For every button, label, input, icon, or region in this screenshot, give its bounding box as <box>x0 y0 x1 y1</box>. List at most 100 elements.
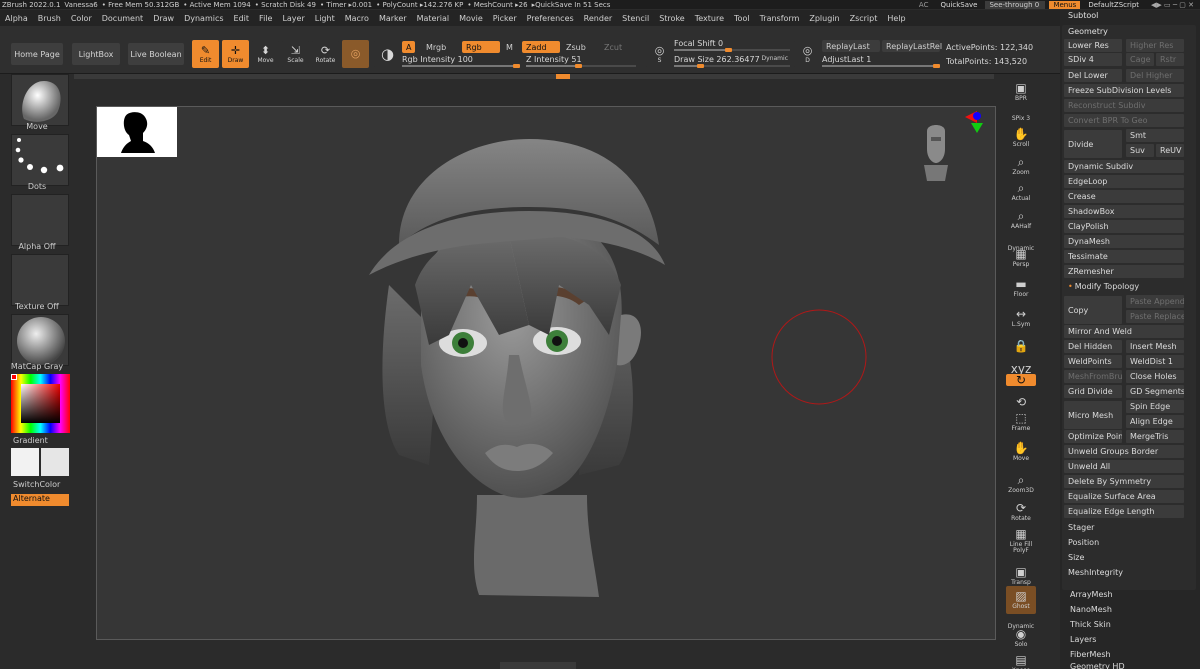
menu-movie[interactable]: Movie <box>454 14 488 23</box>
stroke-thumbnail[interactable] <box>11 134 69 186</box>
bottom-shelf-handle[interactable] <box>500 662 576 669</box>
stager-section[interactable]: Stager <box>1064 521 1184 534</box>
alternate-toggle[interactable]: Alternate <box>11 494 69 506</box>
del-lower-button[interactable]: Del Lower <box>1064 69 1122 82</box>
rgb-intensity-slider[interactable]: Rgb Intensity 100 <box>402 55 520 68</box>
home-page-button[interactable]: Home Page <box>11 43 63 65</box>
shelf-polyf[interactable]: PolyF <box>1006 536 1036 564</box>
copy-button[interactable]: Copy <box>1064 296 1122 324</box>
close-holes-button[interactable]: Close Holes <box>1126 370 1184 383</box>
crease-section[interactable]: Crease <box>1064 190 1184 203</box>
meshintegrity-section[interactable]: MeshIntegrity <box>1064 566 1184 579</box>
menu-dynamics[interactable]: Dynamics <box>179 14 228 23</box>
shelf-scroll[interactable]: ✋ Scroll <box>1006 124 1036 152</box>
edit-mode-button[interactable]: ✎ Edit <box>192 40 219 68</box>
gd-segments-slider[interactable]: GD Segments 3 <box>1126 385 1184 398</box>
zadd-toggle[interactable]: Zadd <box>522 41 560 53</box>
paste-append-button[interactable]: Paste Append <box>1126 295 1184 308</box>
switchcolor-button[interactable]: SwitchColor <box>13 480 87 489</box>
secondary-color-swatch[interactable] <box>41 448 69 476</box>
shelf-btn-10[interactable]: 🔒 <box>1006 332 1036 360</box>
menu-marker[interactable]: Marker <box>374 14 412 23</box>
replaylastrel-button[interactable]: ReplayLastRel <box>882 40 942 52</box>
micro-mesh-button[interactable]: Micro Mesh <box>1064 401 1122 429</box>
spin-edge-button[interactable]: Spin Edge <box>1126 400 1184 413</box>
thickskin-section[interactable]: Thick Skin <box>1066 618 1186 631</box>
material-thumbnail-left[interactable] <box>11 314 69 366</box>
dynamic-label[interactable]: Dynamic <box>762 55 788 62</box>
insert-mesh-button[interactable]: Insert Mesh <box>1126 340 1184 353</box>
color-picker[interactable] <box>11 374 70 433</box>
rotate-mode-button[interactable]: ⟳ Rotate <box>312 40 339 68</box>
sdiv-slider[interactable]: SDiv 4 <box>1064 53 1122 66</box>
focal-shift-slider[interactable]: Focal Shift 0 <box>674 39 790 52</box>
top-shelf-scroll-handle[interactable] <box>556 74 570 79</box>
shelf-btn-12[interactable]: ↻ <box>1006 373 1036 386</box>
position-section[interactable]: Position <box>1064 536 1184 549</box>
menu-light[interactable]: Light <box>310 14 340 23</box>
shelf-bpr[interactable]: ▣ BPR <box>1006 78 1036 106</box>
arraymesh-section[interactable]: ArrayMesh <box>1066 588 1186 601</box>
edgeloop-section[interactable]: EdgeLoop <box>1064 175 1184 188</box>
window-controls-icon[interactable]: ◀▶ ▭ ─ ▢ ✕ <box>1147 1 1198 9</box>
nanomesh-section[interactable]: NanoMesh <box>1066 603 1186 616</box>
lower-res-button[interactable]: Lower Res <box>1064 39 1122 52</box>
ac-button[interactable]: AC <box>913 1 935 9</box>
shelf-rotate[interactable]: ⟳ Rotate <box>1006 498 1036 526</box>
see-through-slider[interactable]: See-through 0 <box>985 0 1046 9</box>
texture-thumbnail[interactable] <box>11 254 69 306</box>
unweld-all-button[interactable]: Unweld All <box>1064 460 1184 473</box>
z-intensity-slider[interactable]: Z Intensity 51 <box>526 55 636 68</box>
color-sphere-button[interactable]: ◑ <box>374 40 401 68</box>
mergetris-button[interactable]: MergeTris <box>1126 430 1184 443</box>
align-edge-button[interactable]: Align Edge <box>1126 415 1184 428</box>
menu-edit[interactable]: Edit <box>229 14 255 23</box>
a-toggle[interactable]: A <box>402 41 416 53</box>
shelf-aahalf[interactable]: ⌕ AAHalf <box>1006 206 1036 234</box>
menu-transform[interactable]: Transform <box>755 14 805 23</box>
grid-divide-button[interactable]: Grid Divide <box>1064 385 1122 398</box>
menu-render[interactable]: Render <box>579 14 617 23</box>
smt-toggle[interactable]: Smt <box>1126 129 1184 142</box>
suv-toggle[interactable]: Suv <box>1126 144 1154 157</box>
focal-shift-knob[interactable] <box>725 48 732 52</box>
freeze-subdiv-button[interactable]: Freeze SubDivision Levels <box>1064 84 1184 97</box>
welddist-slider[interactable]: WeldDist 1 <box>1126 355 1184 368</box>
del-higher-button[interactable]: Del Higher <box>1126 69 1184 82</box>
main-color-swatch[interactable] <box>11 448 39 476</box>
canvas-viewport[interactable] <box>96 106 996 640</box>
claypolish-section[interactable]: ClayPolish <box>1064 220 1184 233</box>
adjustlast-knob[interactable] <box>933 64 940 68</box>
menu-picker[interactable]: Picker <box>488 14 522 23</box>
shelf-persp[interactable]: ▦ Persp <box>1006 244 1036 272</box>
alpha-thumbnail[interactable] <box>11 194 69 246</box>
shelf-actual[interactable]: ⌕ Actual <box>1006 178 1036 206</box>
menu-preferences[interactable]: Preferences <box>522 14 579 23</box>
geometry-header[interactable]: Geometry <box>1068 27 1108 36</box>
draw-size-slider[interactable]: Draw Size 262.36477 Dynamic <box>674 55 790 68</box>
menu-brush[interactable]: Brush <box>33 14 66 23</box>
menu-file[interactable]: File <box>254 14 277 23</box>
lightbox-button[interactable]: LightBox <box>72 43 120 65</box>
shelf-frame[interactable]: ⬚ Frame <box>1006 408 1036 436</box>
rgb-intensity-knob[interactable] <box>513 64 520 68</box>
unweld-groups-button[interactable]: Unweld Groups Border <box>1064 445 1184 458</box>
menus-toggle[interactable]: Menus <box>1049 0 1081 9</box>
quicksave-button[interactable]: QuickSave <box>936 1 981 9</box>
menu-help[interactable]: Help <box>882 14 910 23</box>
shelf-move[interactable]: ✋ Move <box>1006 438 1036 466</box>
shelf-xpose[interactable]: ▤Xpose <box>1006 650 1036 669</box>
shelf-l-sym[interactable]: ↔ L.Sym <box>1006 304 1036 332</box>
head-model[interactable] <box>359 135 699 605</box>
higher-res-button[interactable]: Higher Res <box>1126 39 1184 52</box>
menu-stroke[interactable]: Stroke <box>654 14 690 23</box>
size-section[interactable]: Size <box>1064 551 1184 564</box>
shelf-solo[interactable]: ◉ Solo <box>1006 624 1036 652</box>
menu-zplugin[interactable]: Zplugin <box>804 14 844 23</box>
menu-alpha[interactable]: Alpha <box>0 14 33 23</box>
shadowbox-section[interactable]: ShadowBox <box>1064 205 1184 218</box>
mirror-weld-button[interactable]: Mirror And Weld <box>1064 325 1184 338</box>
tessimate-section[interactable]: Tessimate <box>1064 250 1184 263</box>
meshfrombrush-button[interactable]: MeshFromBrush <box>1064 370 1122 383</box>
cage-button[interactable]: Cage <box>1126 53 1154 66</box>
